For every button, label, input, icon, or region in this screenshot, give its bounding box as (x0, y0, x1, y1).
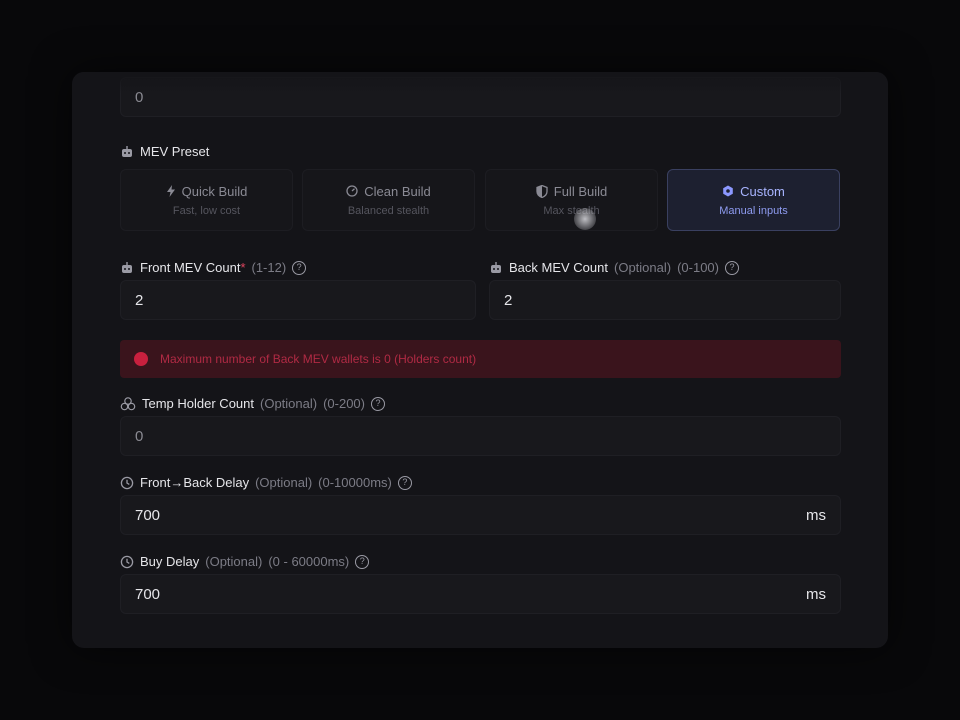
buy-delay-range: (0 - 60000ms) (268, 554, 350, 569)
error-banner: Maximum number of Back MEV wallets is 0 … (120, 340, 841, 378)
preset-clean-build-title: Clean Build (364, 183, 431, 199)
preset-quick-build-subtitle: Fast, low cost (172, 204, 241, 217)
robot-icon (120, 261, 134, 275)
mev-settings-panel: 0 MEV Preset Quick Build Fast, low cost … (72, 72, 888, 648)
temp-holder-value: 0 (135, 427, 144, 445)
gear-icon (722, 185, 734, 197)
front-mev-label: Front MEV Count* (1-12) ? (120, 260, 307, 275)
buy-delay-value: 700 (135, 585, 161, 603)
clock-icon (120, 476, 134, 490)
help-icon[interactable]: ? (397, 475, 412, 490)
front-mev-label-text: Front MEV Count (140, 260, 241, 275)
temp-holder-range: (0-200) (323, 396, 365, 411)
temp-holder-label: Temp Holder Count (Optional) (0-200) ? (120, 396, 385, 411)
error-icon (134, 352, 148, 366)
front-mev-range: (1-12) (251, 260, 287, 275)
gauge-icon (346, 185, 358, 197)
help-icon[interactable]: ? (371, 396, 385, 411)
robot-icon (489, 261, 503, 275)
buy-delay-unit: ms (806, 585, 826, 603)
preset-custom-title: Custom (740, 183, 785, 199)
front-back-delay-range: (0-10000ms) (318, 475, 392, 490)
front-back-delay-input[interactable]: 700 ms (120, 495, 841, 535)
front-back-delay-label-text: Front→Back Delay (140, 475, 250, 490)
help-icon[interactable]: ? (355, 554, 370, 569)
back-mev-optional: (Optional) (614, 260, 672, 275)
mouse-cursor (574, 208, 596, 230)
preset-clean-build[interactable]: Clean Build Balanced stealth (302, 169, 475, 231)
preset-custom[interactable]: Custom Manual inputs (667, 169, 840, 231)
preset-full-build-title: Full Build (553, 183, 608, 199)
temp-holder-input[interactable]: 0 (120, 416, 841, 456)
preset-quick-build-title: Quick Build (181, 183, 248, 199)
front-back-delay-label: Front→Back Delay (Optional) (0-10000ms) … (120, 475, 412, 490)
preset-quick-build[interactable]: Quick Build Fast, low cost (120, 169, 293, 231)
front-mev-input[interactable]: 2 (120, 280, 476, 320)
front-mev-value: 2 (135, 291, 144, 309)
back-mev-label-text: Back MEV Count (509, 260, 608, 275)
mev-preset-label: MEV Preset (120, 144, 209, 159)
preset-clean-build-subtitle: Balanced stealth (347, 204, 430, 217)
back-mev-range: (0-100) (677, 260, 719, 275)
error-message: Maximum number of Back MEV wallets is 0 … (160, 352, 477, 366)
robot-icon (120, 145, 134, 159)
help-icon[interactable]: ? (292, 260, 307, 275)
help-icon[interactable]: ? (725, 260, 739, 275)
shield-icon (536, 184, 548, 198)
mev-preset-label-text: MEV Preset (140, 144, 210, 159)
buy-delay-label: Buy Delay (Optional) (0 - 60000ms) ? (120, 554, 370, 569)
buy-delay-optional: (Optional) (205, 554, 263, 569)
back-mev-value: 2 (504, 291, 513, 309)
front-back-delay-value: 700 (135, 506, 161, 524)
back-mev-label: Back MEV Count (Optional) (0-100) ? (489, 260, 739, 275)
back-mev-input[interactable]: 2 (489, 280, 841, 320)
buy-delay-label-text: Buy Delay (140, 554, 200, 569)
temp-holder-label-text: Temp Holder Count (142, 396, 254, 411)
preset-full-build[interactable]: Full Build Max stealth (485, 169, 658, 231)
temp-holder-optional: (Optional) (260, 396, 318, 411)
front-back-delay-optional: (Optional) (255, 475, 313, 490)
coins-icon (120, 396, 136, 411)
front-back-delay-unit: ms (806, 506, 826, 524)
clock-icon (120, 555, 134, 569)
scroll-fade (72, 72, 888, 94)
bolt-icon (166, 185, 176, 197)
required-marker: * (240, 260, 246, 275)
buy-delay-input[interactable]: 700 ms (120, 574, 841, 614)
preset-custom-subtitle: Manual inputs (719, 204, 788, 217)
